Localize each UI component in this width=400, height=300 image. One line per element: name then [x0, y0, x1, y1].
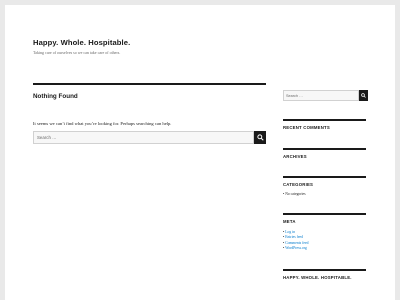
page-frame: Happy. Whole. Hospitable. Taking care of… [5, 5, 395, 300]
sidebar-search-form: Search … [283, 90, 368, 101]
main-search-button[interactable] [254, 131, 266, 144]
widget-divider [283, 269, 366, 271]
widget-title-recent-comments: RECENT COMMENTS [283, 125, 330, 130]
widget-title-text: HAPPY. WHOLE. HOSPITABLE. [283, 275, 352, 280]
meta-link-wordpress-org[interactable]: WordPress.org [283, 246, 308, 251]
search-icon [361, 93, 366, 98]
site-title[interactable]: Happy. Whole. Hospitable. [33, 38, 130, 47]
widget-divider [283, 213, 366, 215]
sidebar-search-input[interactable]: Search … [283, 90, 359, 101]
widget-divider [283, 176, 366, 178]
page-title: Nothing Found [33, 93, 78, 100]
main-search-form: Search … [33, 131, 266, 144]
meta-list: Log in Entries feed Comments feed WordPr… [283, 230, 308, 251]
widget-title-archives: ARCHIVES [283, 154, 307, 159]
widget-divider [283, 148, 366, 150]
widget-divider [283, 119, 366, 121]
sidebar-search-button[interactable] [359, 90, 368, 101]
content-divider [33, 83, 266, 85]
widget-title-meta: META [283, 219, 296, 224]
site-tagline: Taking care of ourselves so we can take … [33, 50, 121, 55]
main-search-input[interactable]: Search … [33, 131, 254, 144]
widget-title-categories: CATEGORIES [283, 182, 314, 187]
list-item: No categories [283, 192, 305, 197]
search-icon [256, 134, 264, 141]
categories-list: No categories [283, 192, 305, 197]
not-found-message: It seems we can’t find what you’re looki… [33, 121, 172, 126]
